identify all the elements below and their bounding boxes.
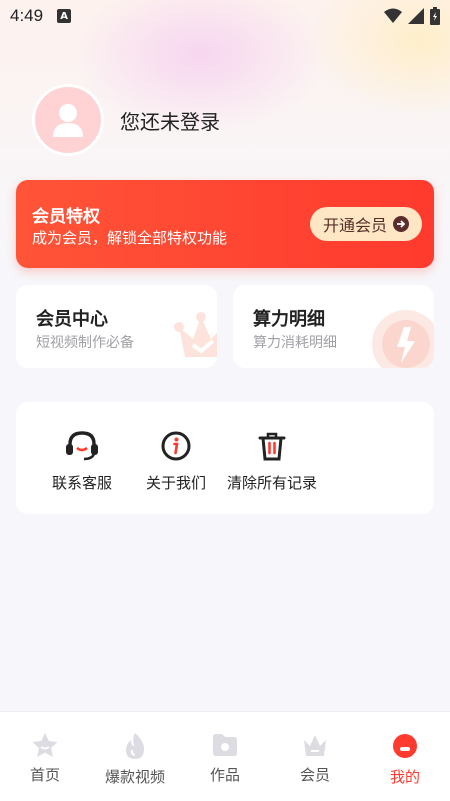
compute-detail-subtitle: 算力消耗明细 <box>253 335 337 351</box>
signal-icon <box>408 8 424 24</box>
lightning-decoration-icon <box>372 310 434 368</box>
menu-panel: 联系客服 关于我们 清除所有记录 <box>16 402 434 514</box>
crown-icon <box>304 735 326 756</box>
vip-center-card[interactable]: 会员中心 短视频制作必备 <box>16 285 217 368</box>
tab-vip[interactable]: 会员 <box>270 732 360 785</box>
tab-hot-videos-label: 爆款视频 <box>104 768 165 786</box>
bottom-tab-bar: 首页 爆款视频 作品 会员 我的 <box>0 711 450 801</box>
open-vip-label: 开通会员 <box>322 216 387 235</box>
battery-icon <box>430 7 440 25</box>
status-time: 4:49 <box>10 6 44 25</box>
trash-icon <box>258 432 286 461</box>
notification-badge: A <box>57 9 72 23</box>
vip-center-title: 会员中心 <box>36 309 108 330</box>
about-us-item[interactable]: 关于我们 <box>146 430 206 493</box>
compute-detail-title: 算力明细 <box>253 309 325 330</box>
avatar[interactable] <box>32 84 104 156</box>
vip-subtitle: 成为会员，解锁全部特权功能 <box>32 229 228 247</box>
profile-section[interactable]: 您还未登录 <box>32 84 220 156</box>
tab-mine-label: 我的 <box>389 768 420 786</box>
profile-icon <box>393 734 417 758</box>
arrow-right-icon <box>393 216 409 232</box>
about-us-label: 关于我们 <box>146 474 207 492</box>
info-icon <box>161 431 191 461</box>
contact-support-label: 联系客服 <box>52 474 113 492</box>
star-icon <box>32 733 58 757</box>
vip-banner[interactable]: 会员特权 成为会员，解锁全部特权功能 开通会员 <box>16 180 434 268</box>
clear-records-label: 清除所有记录 <box>227 474 318 492</box>
tab-vip-label: 会员 <box>299 766 330 784</box>
user-icon <box>53 104 83 137</box>
contact-support-item[interactable]: 联系客服 <box>52 430 112 493</box>
tab-works-label: 作品 <box>209 766 240 784</box>
tab-home-label: 首页 <box>29 766 60 784</box>
tab-hot-videos[interactable]: 爆款视频 <box>90 732 180 787</box>
open-vip-button[interactable]: 开通会员 <box>310 207 422 241</box>
wifi-icon <box>384 8 402 23</box>
tab-home[interactable]: 首页 <box>0 732 90 785</box>
login-prompt[interactable]: 您还未登录 <box>120 106 220 135</box>
flame-icon <box>126 733 144 759</box>
crown-decoration-icon <box>174 312 217 357</box>
vip-center-subtitle: 短视频制作必备 <box>36 335 134 351</box>
vip-title: 会员特权 <box>32 207 100 227</box>
compute-detail-card[interactable]: 算力明细 算力消耗明细 <box>233 285 434 368</box>
tab-works[interactable]: 作品 <box>180 732 270 785</box>
clear-records-item[interactable]: 清除所有记录 <box>227 430 317 493</box>
tab-mine[interactable]: 我的 <box>360 732 450 787</box>
status-bar: 4:49 A <box>0 0 450 32</box>
folder-icon <box>213 734 237 756</box>
headset-icon <box>66 431 98 461</box>
